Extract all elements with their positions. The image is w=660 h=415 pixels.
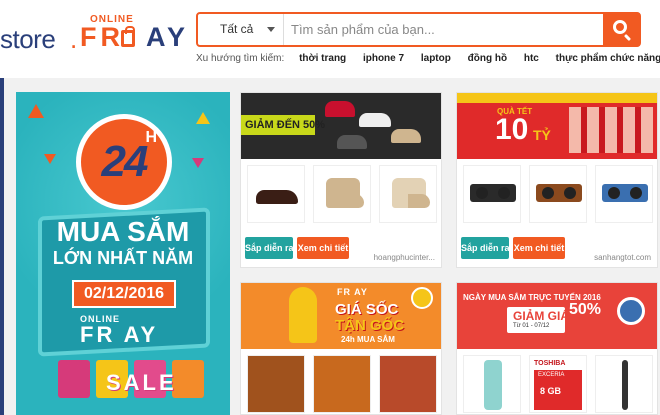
product-thumbnail[interactable]: TOSHIBA EXCERIA 8 GB xyxy=(529,355,587,413)
upcoming-button[interactable]: Sắp diễn ra xyxy=(461,237,510,259)
shoe-image xyxy=(359,113,391,127)
trending-link-htc[interactable]: htc xyxy=(524,53,539,64)
mascot-illustration xyxy=(617,297,645,325)
shoe-image xyxy=(337,135,367,149)
view-details-button[interactable]: Xem chi tiết xyxy=(513,237,565,259)
product-thumbnails xyxy=(461,165,653,223)
deal-card-banner[interactable]: GIẢM ĐẾN 50% xyxy=(241,93,441,159)
product-thumbnail[interactable] xyxy=(595,165,653,223)
earphone-image xyxy=(622,360,628,410)
confetti-decoration xyxy=(196,112,210,124)
people-illustration xyxy=(569,107,653,153)
clock-icon xyxy=(411,287,433,309)
search-bar: Tất cả xyxy=(196,12,641,47)
view-details-button[interactable]: Xem chi tiết xyxy=(297,237,349,259)
confetti-decoration xyxy=(192,158,204,168)
upcoming-button[interactable]: Sắp diễn ra xyxy=(245,237,294,259)
gas-stove-image xyxy=(536,184,582,202)
search-category-value: Tất cả xyxy=(220,22,254,36)
search-category-select[interactable]: Tất cả xyxy=(198,14,284,45)
shopping-bag-icon xyxy=(58,360,90,398)
deal-card-shoes: GIẢM ĐẾN 50% Sắp diễn ra Xem chi tiết ho… xyxy=(240,92,442,268)
product-thumbnail[interactable] xyxy=(463,355,521,413)
shopping-bag-icon xyxy=(121,26,135,47)
logo-store-text: store xyxy=(0,24,56,54)
product-size: 8 GB xyxy=(540,386,562,396)
product-thumbnail[interactable] xyxy=(247,165,305,223)
trending-link-dong-ho[interactable]: đồng hồ xyxy=(468,53,507,64)
deal-card-banner[interactable]: FR AY GIÁ SỐC TẬN GỐC 24h MUA SẮM xyxy=(241,283,441,349)
deal-card-stoves: QUÀ TẾT 10 TỶ Sắp diễn ra Xem chi tiết s… xyxy=(456,92,658,268)
search-input[interactable] xyxy=(285,14,603,45)
model-illustration xyxy=(289,287,317,343)
product-thumbnail[interactable] xyxy=(463,165,521,223)
deal-card-banner[interactable]: QUÀ TẾT 10 TỶ xyxy=(457,93,657,159)
product-model: EXCERIA xyxy=(538,372,565,378)
power-bank-image xyxy=(484,360,502,410)
product-thumbnail[interactable] xyxy=(595,355,653,413)
banner-date: 02/12/2016 xyxy=(72,280,176,308)
product-thumbnail[interactable] xyxy=(313,165,371,223)
product-brand: TOSHIBA xyxy=(534,360,566,367)
product-thumbnails xyxy=(245,165,437,223)
trending-link-thoi-trang[interactable]: thời trang xyxy=(299,53,346,64)
trending-link-laptop[interactable]: laptop xyxy=(421,53,451,64)
gas-stove-image xyxy=(602,184,648,202)
banner-title-1: MUA SẮM xyxy=(56,216,190,247)
deal-banner-logo: FR AY xyxy=(337,287,368,297)
deal-source[interactable]: sanhangtot.com xyxy=(594,253,651,262)
search-button[interactable] xyxy=(603,12,640,47)
deal-source[interactable]: hoangphucinter... xyxy=(374,253,435,262)
24h-clock-badge: 24 H xyxy=(76,114,172,210)
deal-card-electronics: NGÀY MUA SẮM TRỰC TUYẾN 2016 GIẢM GIÁ Từ… xyxy=(456,282,658,415)
deal-banner-subtext: 24h MUA SẮM xyxy=(341,335,395,344)
deal-banner-discount-label: GIẢM GIÁ xyxy=(513,309,569,323)
deal-banner-text: GIẢM ĐẾN 50% xyxy=(245,119,326,131)
search-icon xyxy=(613,20,627,34)
deal-banner-dates: Từ 01 - 07/12 xyxy=(513,323,550,329)
product-thumbnail[interactable] xyxy=(379,355,437,413)
trending-link-iphone-7[interactable]: iphone 7 xyxy=(363,53,404,64)
deal-banner-percent: 50% xyxy=(569,301,602,318)
left-edge-bar xyxy=(0,78,4,415)
main-promo-banner[interactable]: 24 H MUA SẮM LỚN NHẤT NĂM 02/12/2016 ONL… xyxy=(16,92,230,415)
deal-banner-text: GIÁ SỐC xyxy=(335,301,399,318)
trending-searches: Xu hướng tìm kiếm: thời trang iphone 7 l… xyxy=(196,53,660,64)
product-thumbnail[interactable] xyxy=(379,165,437,223)
deal-card-banner[interactable]: NGÀY MUA SẮM TRỰC TUYẾN 2016 GIẢM GIÁ Từ… xyxy=(457,283,657,349)
shopping-bag-icon xyxy=(172,360,204,398)
site-header: store . ONLINE FRAY Tất cả Xu hướng tìm … xyxy=(0,0,660,78)
shoe-image xyxy=(256,190,298,204)
banner-title-2: LỚN NHẤT NĂM xyxy=(52,248,194,268)
logo-dot: . xyxy=(70,24,78,54)
deal-banner-text: TẬN GỐC xyxy=(335,317,405,334)
deal-banner-number: 10 xyxy=(495,113,529,146)
shoe-image xyxy=(325,101,355,117)
trending-label: Xu hướng tìm kiếm: xyxy=(196,53,285,64)
product-thumbnails xyxy=(245,355,437,413)
boot-image xyxy=(326,178,364,208)
boot-image xyxy=(392,178,430,208)
gas-stove-image xyxy=(470,184,516,202)
deal-banner-unit: TỶ xyxy=(533,127,551,143)
confetti-decoration xyxy=(44,154,56,164)
product-thumbnail[interactable] xyxy=(313,355,371,413)
badge-unit: H xyxy=(145,129,157,146)
deal-card-food: FR AY GIÁ SỐC TẬN GỐC 24h MUA SẮM xyxy=(240,282,442,415)
chevron-down-icon xyxy=(267,27,275,32)
product-thumbnails: TOSHIBA EXCERIA 8 GB xyxy=(461,355,653,413)
confetti-decoration xyxy=(28,104,44,118)
banner-friday-text: FR AY xyxy=(80,322,159,347)
banner-sale-text: SALE xyxy=(106,370,177,395)
trending-link-thuc-pham-chuc-nang[interactable]: thực phẩm chức năng xyxy=(556,53,660,64)
banner-stripe xyxy=(457,93,657,103)
product-thumbnail[interactable] xyxy=(529,165,587,223)
product-thumbnail[interactable] xyxy=(247,355,305,413)
shoe-image xyxy=(391,129,421,143)
